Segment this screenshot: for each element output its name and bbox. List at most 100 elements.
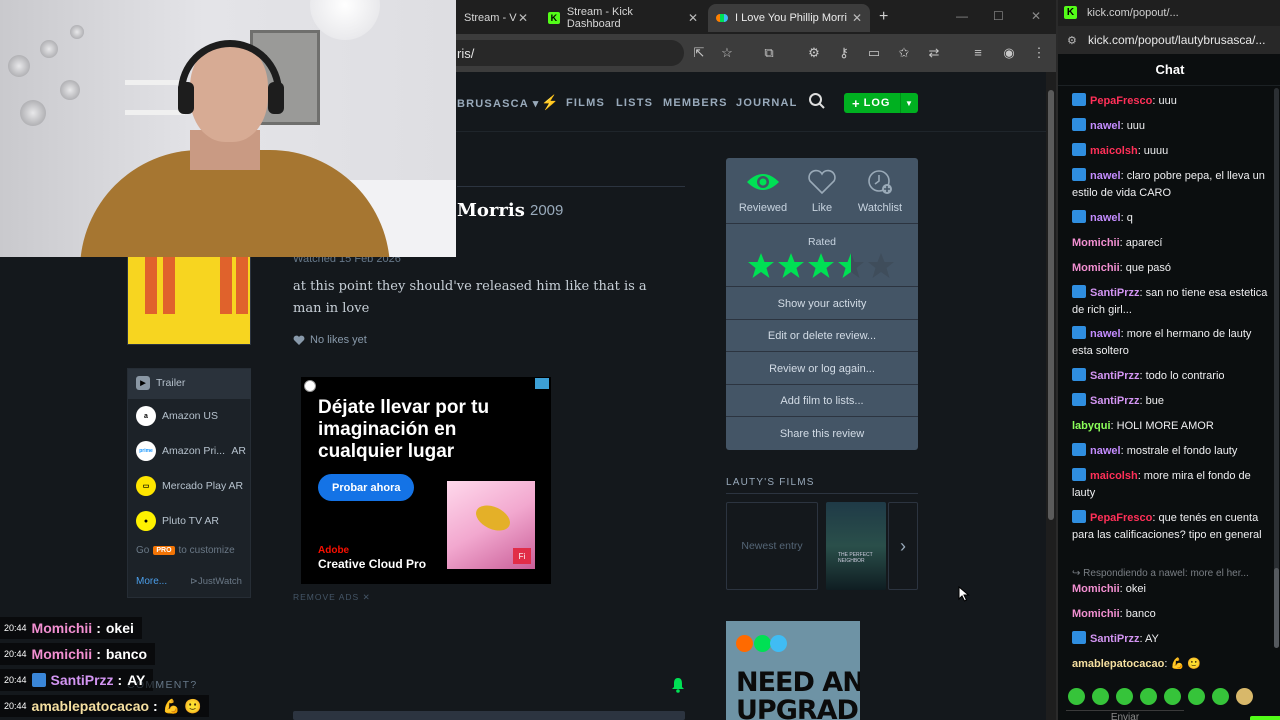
emote-icon[interactable] — [1188, 688, 1205, 705]
chat-username[interactable]: SantiPrzz — [1090, 287, 1140, 299]
edit-delete-review-button[interactable]: Edit or delete review... — [726, 320, 918, 352]
chat-username[interactable]: nawel — [1090, 445, 1121, 457]
chat-username[interactable]: amablepatocacao — [1072, 658, 1164, 670]
chat-message[interactable]: SantiPrzz: AY — [1072, 631, 1268, 648]
scrollbar-thumb[interactable] — [1274, 568, 1279, 648]
chat-username[interactable]: SantiPrzz — [1090, 370, 1140, 382]
emote-icon[interactable] — [1164, 688, 1181, 705]
nav-lists[interactable]: LISTS — [616, 97, 653, 109]
user-films-heading[interactable]: LAUTY'S FILMS — [726, 477, 815, 488]
chat-message[interactable]: SantiPrzz: bue — [1072, 393, 1268, 410]
star-icon[interactable] — [837, 252, 865, 279]
scrollbar-thumb[interactable] — [1048, 90, 1054, 520]
extensions-icon[interactable]: ⧉ — [761, 45, 777, 61]
chat-username[interactable]: Momichii — [1072, 583, 1120, 595]
chat-username[interactable]: PepaFresco — [1090, 95, 1152, 107]
tab-kick-dashboard[interactable]: K Stream - Kick Dashboard ✕ — [540, 4, 706, 32]
service-mercado-play[interactable]: ▭ Mercado Play AR — [136, 476, 246, 496]
media-icon[interactable]: ≡ — [970, 45, 986, 60]
chat-username[interactable]: Momichii — [1072, 262, 1120, 274]
comment-input[interactable] — [293, 711, 685, 720]
ad-choices-icon[interactable] — [535, 378, 549, 389]
tab-stream-v[interactable]: Stream - V ✕ — [456, 4, 536, 32]
chat-username[interactable]: labyqui — [1072, 420, 1111, 432]
extension-icon[interactable]: ⚙ — [806, 45, 822, 61]
service-amazon-prime[interactable]: prime Amazon Pri... AR — [136, 441, 246, 461]
nav-members[interactable]: MEMBERS — [663, 97, 728, 109]
profile-avatar[interactable]: ◉ — [1001, 45, 1017, 61]
chat-username[interactable]: nawel — [1090, 328, 1121, 340]
film-title[interactable]: Morris — [457, 200, 525, 221]
password-key-icon[interactable]: ⚷ — [836, 45, 852, 61]
chat-message[interactable]: amablepatocacao: 💪 🙂 — [1072, 656, 1268, 673]
chat-message[interactable]: nawel: claro pobre pepa, el lleva un est… — [1072, 168, 1268, 202]
chat-username[interactable]: nawel — [1090, 120, 1121, 132]
close-icon[interactable]: ✕ — [518, 11, 528, 25]
nav-journal[interactable]: JOURNAL — [736, 97, 798, 109]
tab-letterboxd[interactable]: I Love You Phillip Morri ✕ — [708, 4, 870, 32]
chat-message[interactable]: nawel: q — [1072, 210, 1268, 227]
search-icon[interactable] — [808, 92, 826, 110]
share-review-button[interactable]: Share this review — [726, 418, 918, 450]
chat-message[interactable]: maicolsh: more mira el fondo de lauty — [1072, 468, 1268, 502]
chevron-right-icon[interactable]: › — [888, 502, 918, 590]
chat-message[interactable]: labyqui: HOLI MORE AMOR — [1072, 418, 1268, 435]
install-app-icon[interactable]: ⇱ — [691, 45, 707, 61]
film-poster-thumbnail[interactable]: THE PERFECT NEIGHBOR — [826, 502, 886, 590]
card-icon[interactable]: ▭ — [866, 45, 882, 61]
service-trailer[interactable]: ▶ Trailer — [136, 373, 246, 393]
bookmarks-icon[interactable]: ✩ — [896, 45, 912, 61]
url-text[interactable]: ris/ — [457, 46, 474, 61]
star-icon[interactable] — [867, 252, 895, 279]
chat-username[interactable]: SantiPrzz — [1090, 633, 1140, 645]
nav-user-menu[interactable]: BRUSASCA ▾ — [457, 97, 540, 110]
chat-message[interactable]: Momichii: banco — [1072, 606, 1268, 623]
send-button[interactable]: Enviar — [1066, 710, 1184, 720]
star-rating[interactable] — [747, 252, 895, 279]
like-toggle[interactable]: Like — [790, 168, 854, 214]
justwatch-credit[interactable]: ⊳JustWatch — [190, 576, 242, 587]
emote-icon[interactable] — [1236, 688, 1253, 705]
new-tab-icon[interactable]: + — [879, 8, 888, 26]
emote-icon[interactable] — [1140, 688, 1157, 705]
adobe-ad[interactable]: Déjate llevar por tu imaginación en cual… — [301, 377, 551, 584]
site-settings-icon[interactable]: ⚙ — [1067, 34, 1077, 47]
activity-bolt-icon[interactable]: ⚡ — [541, 94, 558, 111]
close-icon[interactable]: ✕ — [852, 11, 862, 25]
chat-message[interactable]: Momichii: aparecí — [1072, 235, 1268, 252]
send-accent[interactable] — [1250, 716, 1280, 720]
chat-message[interactable]: PepaFresco: uuu — [1072, 93, 1268, 110]
upgrade-ad[interactable]: NEED AN UPGRADE? — [726, 621, 860, 720]
emote-icon[interactable] — [1068, 688, 1085, 705]
add-to-lists-button[interactable]: Add film to lists... — [726, 385, 918, 417]
chat-message[interactable]: SantiPrzz: todo lo contrario — [1072, 368, 1268, 385]
film-year[interactable]: 2009 — [530, 202, 563, 219]
chat-message[interactable]: PepaFresco: que tenés en cuenta para las… — [1072, 510, 1268, 544]
emote-icon[interactable] — [1212, 688, 1229, 705]
bookmark-star-icon[interactable]: ☆ — [719, 45, 735, 61]
newest-entry-tile[interactable]: Newest entry — [726, 502, 818, 590]
reviewed-toggle[interactable]: Reviewed — [731, 168, 795, 214]
log-button[interactable]: + LOG ▼ — [844, 93, 918, 113]
ad-info-icon[interactable] — [304, 380, 316, 392]
emote-icon[interactable] — [1116, 688, 1133, 705]
more-services-link[interactable]: More... — [136, 576, 167, 587]
chat-message[interactable]: SantiPrzz: san no tiene esa estetica de … — [1072, 285, 1268, 319]
chevron-down-icon[interactable]: ▼ — [900, 93, 918, 113]
film-poster[interactable] — [127, 255, 251, 345]
chat-message[interactable]: Momichii: que pasó — [1072, 260, 1268, 277]
chat-username[interactable]: maicolsh — [1090, 470, 1138, 482]
chat-message[interactable]: nawel: mostrale el fondo lauty — [1072, 443, 1268, 460]
maximize-icon[interactable]: ☐ — [993, 9, 1004, 23]
chat-message[interactable]: maicolsh: uuuu — [1072, 143, 1268, 160]
window-close-icon[interactable]: ✕ — [1031, 9, 1041, 23]
minimize-icon[interactable]: — — [956, 9, 968, 23]
chat-username[interactable]: Momichii — [1072, 608, 1120, 620]
page-scrollbar[interactable] — [1046, 72, 1056, 720]
chat-username[interactable]: Momichii — [1072, 237, 1120, 249]
chat-username[interactable]: maicolsh — [1090, 145, 1138, 157]
menu-icon[interactable]: ⋮ — [1031, 45, 1047, 61]
service-amazon-us[interactable]: a Amazon US — [136, 406, 246, 426]
chat-username[interactable]: nawel — [1090, 170, 1121, 182]
go-pro-prompt[interactable]: Go PRO to customize — [136, 545, 235, 556]
